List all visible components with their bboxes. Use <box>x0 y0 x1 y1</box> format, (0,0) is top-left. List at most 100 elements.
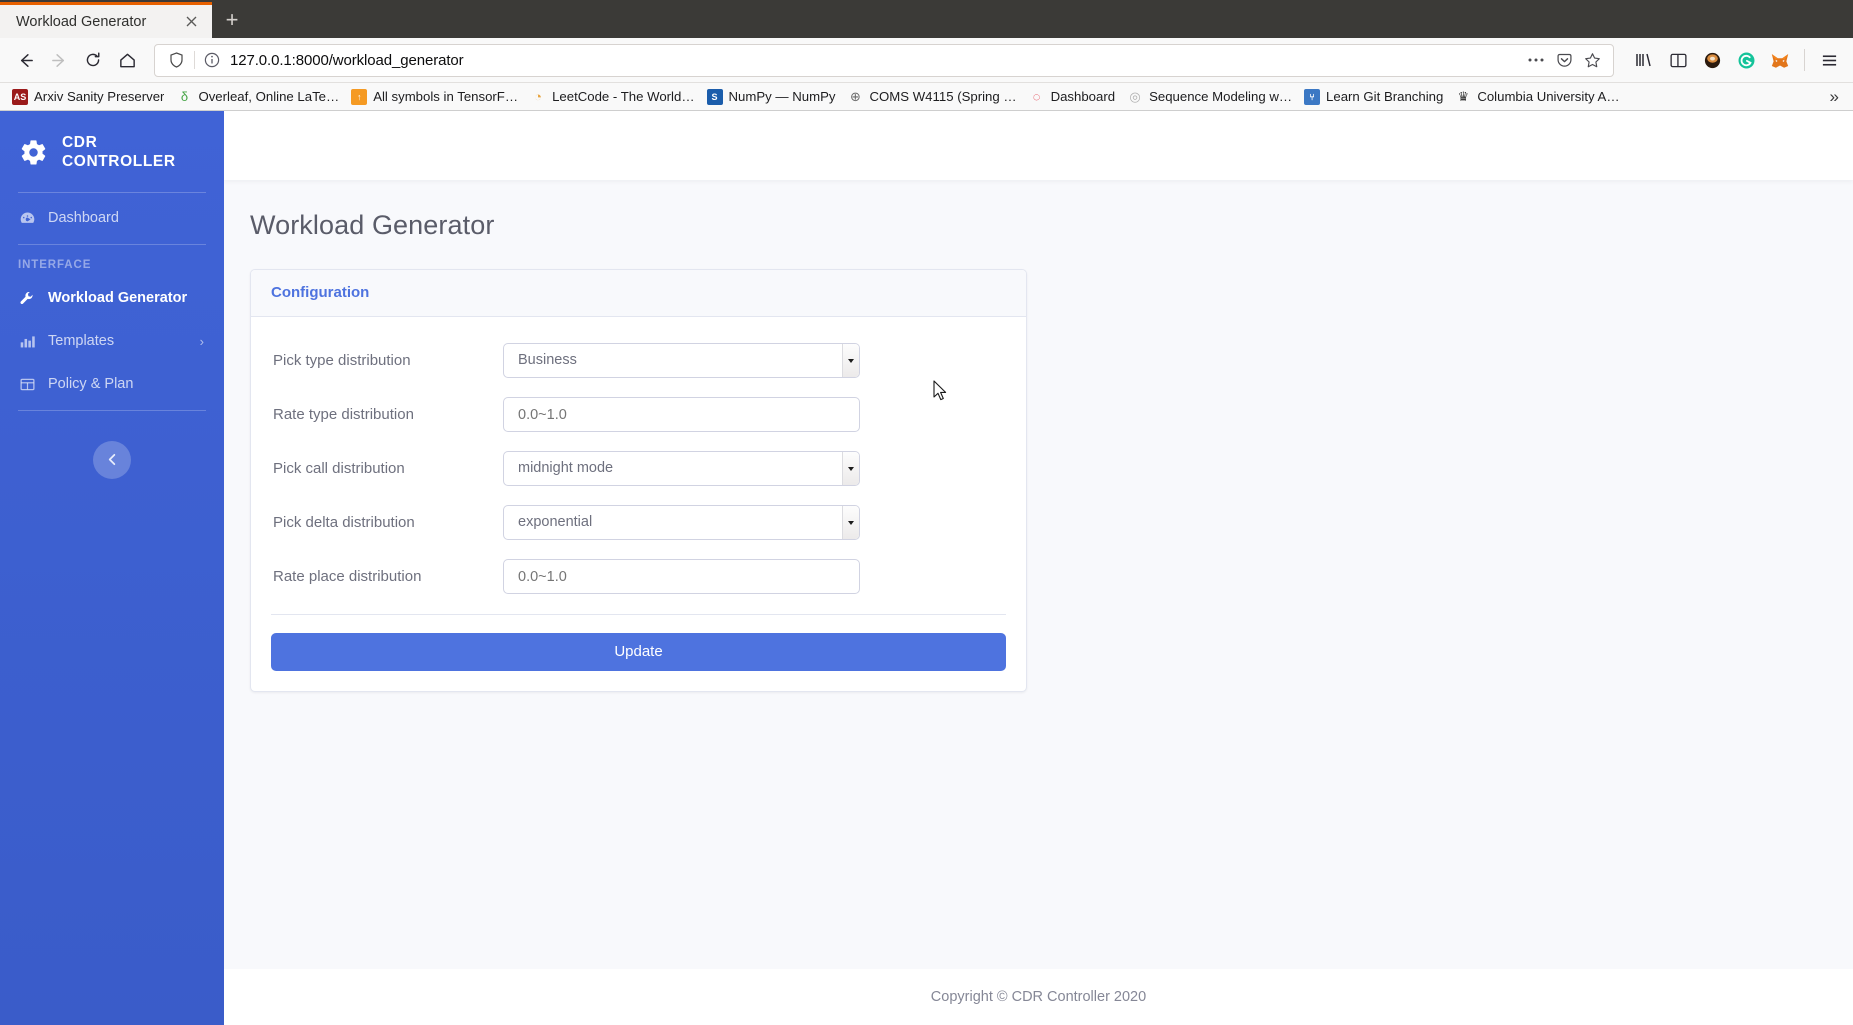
url-text[interactable]: 127.0.0.1:8000/workload_generator <box>222 52 1523 69</box>
bookmark-favicon-icon: S <box>706 88 723 105</box>
page-root: CDR CONTROLLER Dashboard INTERFACE Workl… <box>0 111 1853 1025</box>
select-wrapper: midnight modedaytime modeuniform <box>503 451 860 486</box>
bookmark-favicon-icon: ◎ <box>1129 88 1141 104</box>
library-icon[interactable] <box>1628 44 1660 76</box>
bookmark-item[interactable]: ⊕ COMS W4115 (Spring … <box>842 87 1023 107</box>
back-arrow-icon[interactable] <box>8 43 42 77</box>
bookmark-item[interactable]: S NumPy — NumPy <box>701 87 842 107</box>
sidebar-toggle-icon[interactable] <box>1662 44 1694 76</box>
table-icon <box>18 376 36 393</box>
bookmark-label: All symbols in TensorF… <box>373 89 519 104</box>
bookmark-item[interactable]: ◎ Sequence Modeling w… <box>1121 87 1298 107</box>
card-body: Pick type distribution BusinessResidentia… <box>251 317 1026 691</box>
shield-icon[interactable] <box>165 52 187 68</box>
bookmark-favicon-icon: ◌ <box>1032 89 1041 104</box>
bookmarks-overflow-icon[interactable]: » <box>1822 88 1847 105</box>
speedometer-icon <box>18 210 36 227</box>
chart-bar-icon <box>18 333 36 350</box>
navigation-toolbar: 127.0.0.1:8000/workload_generator <box>0 38 1853 83</box>
field-select[interactable]: midnight modedaytime modeuniform <box>503 451 860 486</box>
sidebar-item-workload-generator[interactable]: Workload Generator <box>0 277 224 320</box>
browser-tab[interactable]: Workload Generator <box>0 2 212 38</box>
field-select[interactable]: BusinessResidentialMixed <box>503 343 860 378</box>
wrench-icon <box>18 290 36 307</box>
chevron-right-icon: › <box>199 333 204 349</box>
card-header-title: Configuration <box>271 284 370 301</box>
field-input[interactable] <box>503 559 860 594</box>
forward-arrow-icon <box>42 43 76 77</box>
page-info-icon[interactable] <box>202 52 222 68</box>
bookmark-label: Sequence Modeling w… <box>1149 89 1293 104</box>
bookmark-label: NumPy — NumPy <box>728 89 836 104</box>
metamask-fox-icon[interactable] <box>1764 44 1796 76</box>
bookmark-item[interactable]: AS Arxiv Sanity Preserver <box>6 87 170 107</box>
bookmark-favicon-icon: ⊕ <box>850 88 861 104</box>
sidebar-item-policy-plan[interactable]: Policy & Plan <box>0 363 224 406</box>
field-label: Pick delta distribution <box>273 514 415 531</box>
form-row: Rate type distribution <box>271 397 1006 432</box>
sidebar-item-label: Templates <box>48 333 115 350</box>
sidebar-divider <box>18 409 206 411</box>
bookmark-label: Columbia University A… <box>1477 89 1620 104</box>
bookmark-favicon-icon: ⑂ <box>1304 88 1321 105</box>
form-row: Pick type distribution BusinessResidentia… <box>271 343 1006 378</box>
bookmark-item[interactable]: ↑ All symbols in TensorF… <box>345 87 524 107</box>
content-area: Workload Generator Configuration Pick ty… <box>224 111 1853 1025</box>
configuration-card: Configuration Pick type distribution Busi… <box>250 269 1027 692</box>
divider <box>271 614 1006 615</box>
field-input[interactable] <box>503 397 860 432</box>
field-label: Pick call distribution <box>273 460 405 477</box>
bookmark-favicon-icon: δ <box>180 89 189 104</box>
field-label: Rate type distribution <box>273 406 414 423</box>
brand-line1: CDR <box>62 134 98 151</box>
card-header: Configuration <box>251 270 1026 317</box>
pocket-icon[interactable] <box>1551 47 1577 73</box>
bookmark-label: Arxiv Sanity Preserver <box>34 89 165 104</box>
chevron-left-icon[interactable] <box>93 440 131 479</box>
divider <box>1804 49 1805 71</box>
bookmark-favicon-icon: AS <box>12 88 28 105</box>
content-topbar <box>224 111 1853 180</box>
sidebar-section-heading: INTERFACE <box>18 258 92 271</box>
extension-coffee-icon[interactable] <box>1696 44 1728 76</box>
page-title: Workload Generator <box>250 210 495 240</box>
sidebar-item-dashboard[interactable]: Dashboard <box>0 197 224 240</box>
bookmark-item[interactable]: ♛ Columbia University A… <box>1449 87 1625 107</box>
bookmark-label: COMS W4115 (Spring … <box>869 89 1017 104</box>
grammarly-icon[interactable] <box>1730 44 1762 76</box>
bookmark-label: Learn Git Branching <box>1326 89 1444 104</box>
bookmark-item[interactable]: ⑂ Learn Git Branching <box>1298 87 1449 107</box>
sidebar: CDR CONTROLLER Dashboard INTERFACE Workl… <box>0 111 224 1025</box>
select-wrapper: BusinessResidentialMixed <box>503 343 860 378</box>
address-bar[interactable]: 127.0.0.1:8000/workload_generator <box>154 43 1614 77</box>
bookmark-item[interactable]: ◌ Dashboard <box>1023 87 1122 107</box>
bookmark-label: LeetCode - The World… <box>552 89 695 104</box>
browser-window: Workload Generator + 127.0.0.1:8000/work… <box>0 0 1853 1025</box>
bookmark-item[interactable]: ◔ LeetCode - The World… <box>524 87 700 107</box>
bookmarks-bar: AS Arxiv Sanity Preserver δ Overleaf, Onlin… <box>0 83 1853 111</box>
form-row: Pick call distribution midnight modedayti… <box>271 451 1006 486</box>
form-row: Pick delta distribution exponentialunifor… <box>271 505 1006 540</box>
app-menu-icon[interactable] <box>1813 44 1845 76</box>
url-actions <box>1523 47 1605 73</box>
sidebar-divider <box>18 243 206 245</box>
bookmark-favicon-icon: ◔ <box>534 89 542 104</box>
bookmark-item[interactable]: δ Overleaf, Online LaTe… <box>170 87 345 107</box>
reload-icon[interactable] <box>76 43 110 77</box>
new-tab-button[interactable]: + <box>212 2 252 38</box>
gear-icon <box>18 137 48 167</box>
sidebar-item-label: Workload Generator <box>48 290 188 307</box>
brand[interactable]: CDR CONTROLLER <box>0 115 224 188</box>
close-icon[interactable] <box>180 11 202 33</box>
field-label: Rate place distribution <box>273 568 422 585</box>
form-row: Rate place distribution <box>271 559 1006 594</box>
brand-line2: CONTROLLER <box>62 153 176 171</box>
sidebar-item-label: Dashboard <box>48 210 119 227</box>
ellipsis-icon[interactable] <box>1523 47 1549 73</box>
field-select[interactable]: exponentialuniformnormal <box>503 505 860 540</box>
update-button[interactable]: Update <box>271 633 1006 671</box>
sidebar-item-templates[interactable]: Templates › <box>0 320 224 363</box>
bookmark-star-icon[interactable] <box>1579 47 1605 73</box>
bookmark-favicon-icon: ♛ <box>1457 88 1470 104</box>
home-icon[interactable] <box>110 43 144 77</box>
